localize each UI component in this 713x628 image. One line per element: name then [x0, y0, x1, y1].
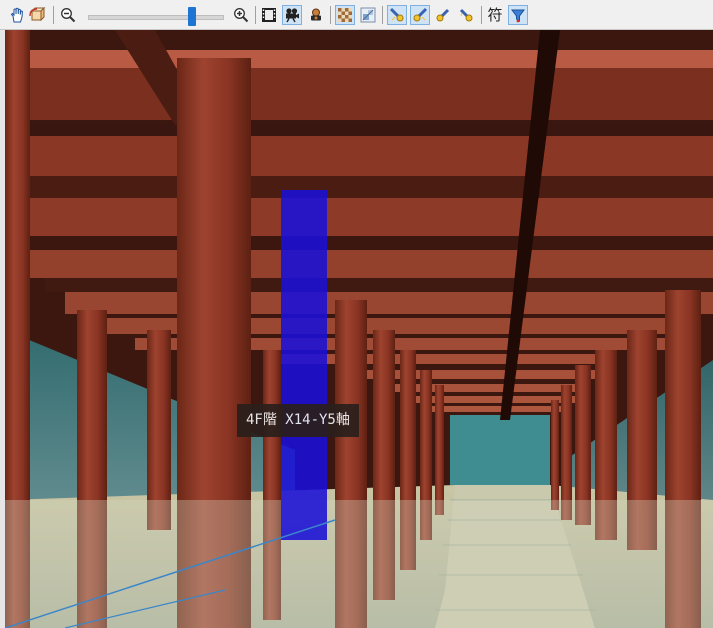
section-view-icon[interactable] — [358, 5, 378, 25]
zoom-out-icon[interactable] — [58, 5, 78, 25]
zoom-slider-thumb[interactable] — [188, 7, 196, 26]
light-1-icon[interactable] — [387, 5, 407, 25]
toolbar-separator — [53, 6, 54, 24]
toolbar-separator — [382, 6, 383, 24]
zoom-slider[interactable] — [88, 15, 224, 20]
walkthrough-person-icon[interactable] — [306, 5, 326, 25]
toolbar-separator — [481, 6, 482, 24]
zoom-in-icon[interactable] — [231, 5, 251, 25]
rotate-orbit-icon[interactable] — [28, 5, 48, 25]
toolbar: 符 — [0, 0, 713, 30]
toolbar-separator — [255, 6, 256, 24]
3d-viewport[interactable] — [5, 30, 713, 628]
light-2-icon[interactable] — [410, 5, 430, 25]
movie-camera-icon[interactable] — [282, 5, 302, 25]
light-3-icon[interactable] — [433, 5, 453, 25]
floor-haze — [5, 500, 713, 628]
3d-scene — [5, 30, 713, 628]
texture-checker-icon[interactable] — [335, 5, 355, 25]
back-opening — [450, 415, 550, 485]
symbol-glyph: 符 — [487, 6, 503, 24]
pan-hand-icon[interactable] — [7, 5, 27, 25]
light-4-icon[interactable] — [456, 5, 476, 25]
highlighted-column[interactable] — [281, 190, 327, 540]
element-tooltip: 4F階 X14-Y5軸 — [237, 404, 359, 437]
toolbar-separator — [330, 6, 331, 24]
film-frame-icon[interactable] — [259, 5, 279, 25]
symbol-label-icon[interactable]: 符 — [485, 5, 505, 25]
filter-funnel-icon[interactable] — [508, 5, 528, 25]
